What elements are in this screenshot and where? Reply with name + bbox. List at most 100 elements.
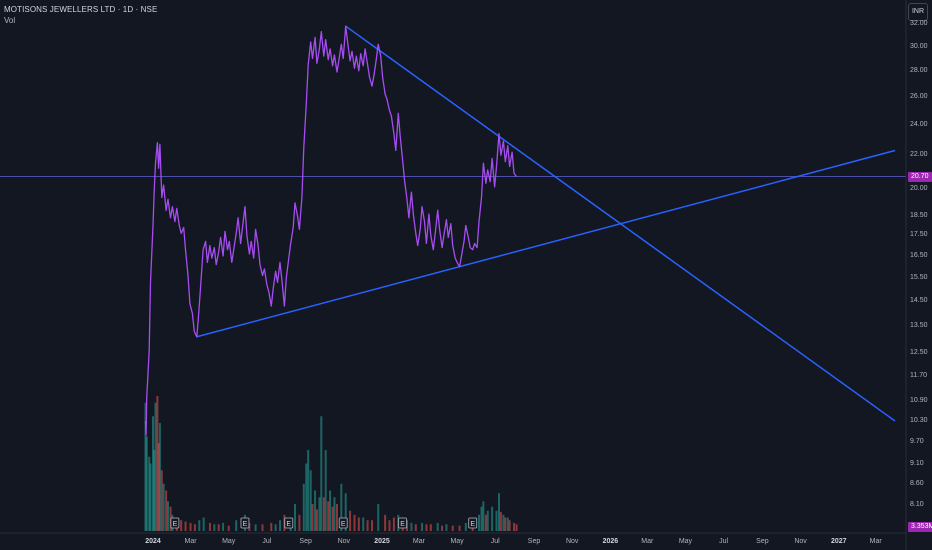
volume-bar <box>274 524 277 531</box>
y-tick-label: 11.70 <box>910 372 927 380</box>
volume-bar <box>324 450 327 531</box>
volume-bar <box>491 506 494 531</box>
y-tick-label: 10.30 <box>910 417 928 424</box>
y-tick-label: 14.50 <box>910 297 928 305</box>
volume-bar <box>227 525 230 531</box>
y-tick-label: 32.00 <box>910 20 928 27</box>
earnings-marker-label: E <box>400 521 405 528</box>
x-tick-label: May <box>678 538 693 545</box>
volume-bar <box>331 506 334 531</box>
chart-canvas[interactable]: EEEEEE <box>0 0 932 550</box>
price-series-line <box>144 25 518 436</box>
volume-bar <box>329 490 332 531</box>
x-tick-label: 2024 <box>145 538 161 545</box>
earnings-marker[interactable]: E <box>170 517 180 529</box>
volume-bar <box>421 522 424 531</box>
last-price-tag: 20.70 <box>908 171 932 182</box>
y-tick-label: 13.50 <box>910 322 928 330</box>
x-tick-label: Sep <box>756 538 769 545</box>
y-tick-label: 28.00 <box>910 66 928 74</box>
y-tick-label: 20.00 <box>910 184 928 192</box>
volume-bar <box>318 497 321 531</box>
earnings-marker[interactable]: E <box>398 517 408 529</box>
volume-bar <box>254 524 257 531</box>
x-tick-label: Sep <box>527 538 541 545</box>
volume-bar <box>498 493 501 531</box>
volume-bar <box>436 522 439 531</box>
volume-bar <box>302 483 305 531</box>
symbol-title[interactable]: MOTISONS JEWELLERS LTD · 1D · NSE <box>4 5 157 14</box>
volume-bar <box>314 490 317 531</box>
volume-bar <box>484 514 487 531</box>
volume-bar <box>307 450 310 531</box>
volume-indicator-label[interactable]: Vol <box>4 16 15 25</box>
volume-bar <box>384 514 387 531</box>
volume-bar <box>217 524 220 531</box>
volume-bar <box>167 501 170 531</box>
price-layer <box>144 25 518 436</box>
volume-bar <box>513 522 516 531</box>
volume-bar <box>464 522 467 531</box>
volume-bar <box>208 522 211 531</box>
volume-bar <box>445 524 448 531</box>
volume-bar <box>495 510 498 531</box>
volume-bar <box>235 520 238 531</box>
volume-bar <box>322 497 325 531</box>
x-tick-label: Jul <box>262 538 272 545</box>
volume-bar <box>184 521 187 531</box>
y-tick-label: 10.90 <box>910 397 928 405</box>
y-tick-label: 26.00 <box>910 92 928 100</box>
earnings-marker[interactable]: E <box>468 517 478 529</box>
volume-bar <box>504 517 507 531</box>
x-tick-label: May <box>222 538 236 545</box>
volume-bar <box>158 423 161 531</box>
volume-bar <box>508 520 511 531</box>
earnings-marker-label: E <box>286 521 291 528</box>
earnings-marker[interactable]: E <box>284 517 294 529</box>
volume-bar <box>349 510 352 531</box>
y-tick-label: 12.50 <box>910 349 928 357</box>
volume-bar <box>370 520 373 531</box>
volume-bar <box>327 501 330 531</box>
volume-bar <box>482 501 485 531</box>
currency-button[interactable]: INR <box>908 3 928 21</box>
volume-bar <box>189 522 192 531</box>
x-tick-label: May <box>450 538 464 545</box>
volume-bar <box>222 522 225 531</box>
x-tick-label: Nov <box>565 538 579 545</box>
volume-bar <box>305 463 308 531</box>
y-tick-label: 15.50 <box>910 273 928 281</box>
volume-bar <box>353 514 356 531</box>
y-tick-label: 30.00 <box>910 42 928 50</box>
volume-bar <box>315 509 318 531</box>
x-tick-label: Nov <box>337 538 351 545</box>
volume-bar <box>154 402 157 531</box>
volume-bar <box>441 525 444 531</box>
volume-bar <box>213 524 216 531</box>
volume-bar <box>279 520 282 531</box>
x-tick-label: Mar <box>869 538 882 545</box>
volume-bar <box>298 514 301 531</box>
volume-bar <box>202 517 205 531</box>
earnings-marker[interactable]: E <box>338 517 348 529</box>
support-trendline[interactable] <box>196 149 896 338</box>
volume-layer <box>144 396 518 531</box>
volume-bar <box>414 524 417 531</box>
y-tick-label: 9.10 <box>910 460 924 468</box>
x-tick-label: 2025 <box>374 538 390 545</box>
volume-bar <box>477 514 480 531</box>
volume-bar <box>410 522 413 531</box>
volume-bar <box>198 520 201 531</box>
earnings-marker-label: E <box>341 521 346 528</box>
volume-bar <box>261 524 264 531</box>
x-tick-label: Nov <box>794 538 807 545</box>
volume-bar <box>388 520 391 531</box>
volume-bar <box>162 483 165 531</box>
volume-bar <box>320 416 323 531</box>
volume-bar <box>458 525 461 531</box>
volume-bar <box>145 436 148 531</box>
earnings-marker-label: E <box>243 521 248 528</box>
trendline-layer[interactable] <box>0 25 906 422</box>
x-tick-label: 2026 <box>602 538 619 545</box>
earnings-marker[interactable]: E <box>240 517 250 529</box>
